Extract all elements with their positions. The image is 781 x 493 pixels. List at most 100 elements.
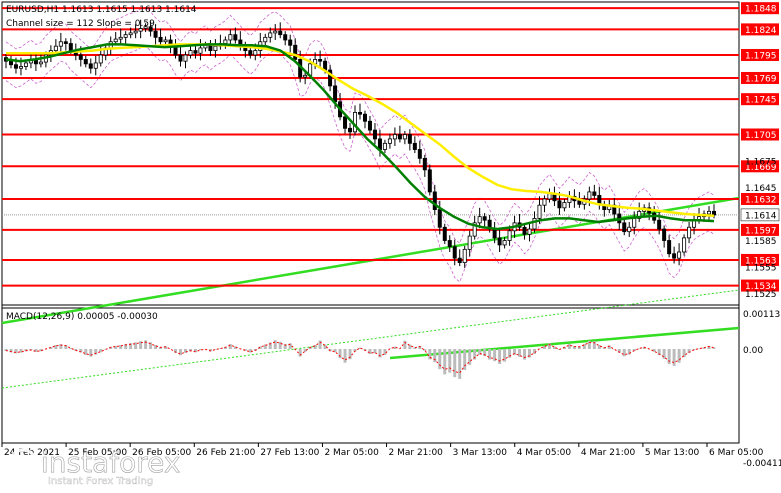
candle-body bbox=[158, 36, 163, 43]
candle-body bbox=[387, 138, 392, 144]
candle-body bbox=[402, 134, 407, 140]
price-level-label: 1.1745 bbox=[745, 96, 777, 106]
candle-body bbox=[68, 43, 73, 51]
candle-body bbox=[687, 226, 692, 239]
candle-body bbox=[707, 210, 712, 215]
candle-body bbox=[442, 226, 447, 241]
candle-body bbox=[592, 191, 597, 196]
candle-body bbox=[547, 193, 552, 200]
candle-body bbox=[627, 226, 632, 233]
candle-body bbox=[497, 237, 502, 246]
candle-body bbox=[537, 204, 542, 219]
candle-body bbox=[183, 54, 188, 62]
candle-body bbox=[432, 191, 437, 210]
macd-scale-top: 0.00113 bbox=[743, 310, 780, 320]
candle-body bbox=[93, 62, 98, 69]
candle-body bbox=[233, 34, 238, 41]
time-label: 4 Mar 21:00 bbox=[581, 448, 636, 458]
price-axis-tick: 1.1585 bbox=[745, 237, 777, 247]
candle-body bbox=[477, 216, 482, 224]
candle-body bbox=[63, 41, 68, 44]
time-label: 3 Mar 13:00 bbox=[453, 448, 508, 458]
candle-body bbox=[587, 191, 592, 200]
time-label: 5 Mar 13:00 bbox=[645, 448, 700, 458]
symbol-header: EURUSD,H1 1.1613 1.1615 1.1613 1.1614 bbox=[6, 5, 197, 15]
candle-body bbox=[263, 36, 268, 43]
candle-body bbox=[492, 228, 497, 239]
candle-body bbox=[407, 134, 412, 144]
candle-body bbox=[133, 30, 138, 34]
price-level-label: 1.1632 bbox=[745, 195, 777, 205]
candle-body bbox=[208, 44, 213, 51]
candle-body bbox=[577, 200, 582, 205]
candle-body bbox=[452, 246, 457, 259]
candle-body bbox=[23, 62, 28, 67]
candle-body bbox=[128, 32, 133, 36]
candle-body bbox=[482, 216, 487, 221]
candle-body bbox=[8, 60, 13, 66]
candle-body bbox=[672, 253, 677, 259]
candle-body bbox=[283, 34, 288, 41]
candle-body bbox=[467, 235, 472, 250]
candle-body bbox=[278, 30, 283, 36]
candle-body bbox=[632, 218, 637, 228]
price-level-label: 1.1705 bbox=[745, 131, 777, 141]
candle-body bbox=[682, 237, 687, 253]
candle-body bbox=[223, 39, 228, 44]
candle-body bbox=[188, 50, 193, 56]
candle-body bbox=[193, 50, 198, 54]
candle-body bbox=[457, 257, 462, 263]
candle-body bbox=[58, 41, 63, 47]
candle-body bbox=[113, 38, 118, 43]
candle-body bbox=[502, 240, 507, 246]
time-label: 2 Mar 05:00 bbox=[324, 448, 379, 458]
time-label: 6 Mar 05:00 bbox=[709, 448, 764, 458]
candle-body bbox=[248, 50, 253, 56]
price-level-label: 1.1824 bbox=[745, 26, 777, 36]
candle-body bbox=[507, 230, 512, 241]
time-label: 26 Feb 21:00 bbox=[196, 448, 255, 458]
time-label: 4 Mar 05:00 bbox=[517, 448, 572, 458]
candle-body bbox=[382, 142, 387, 150]
watermark-tagline: Instant Forex Trading bbox=[48, 476, 153, 487]
time-label: 27 Feb 13:00 bbox=[260, 448, 319, 458]
candle-body bbox=[178, 54, 183, 62]
candle-body bbox=[422, 157, 427, 171]
chart-svg: 1.1848 1.1824 1.1795 1.1769 1.1745 1.1705 1.16… bbox=[0, 0, 781, 489]
candle-body bbox=[532, 218, 537, 230]
candle-body bbox=[318, 59, 323, 62]
candle-body bbox=[53, 45, 58, 51]
candle-body bbox=[447, 240, 452, 248]
eurusd-h1-chart: 1.1848 1.1824 1.1795 1.1769 1.1745 1.1705 1.16… bbox=[0, 0, 781, 489]
macd-scale-bottom: -0.00411 bbox=[743, 459, 781, 469]
candle-body bbox=[417, 149, 422, 159]
candle-body bbox=[273, 30, 278, 34]
candle-body bbox=[98, 54, 103, 64]
candle-body bbox=[118, 36, 123, 40]
candle-body bbox=[667, 240, 672, 255]
candle-body bbox=[163, 39, 168, 43]
candle-body bbox=[253, 50, 258, 56]
price-axis-tick: 1.1555 bbox=[745, 264, 777, 274]
candle-body bbox=[557, 200, 562, 209]
price-level-label: 1.1769 bbox=[745, 74, 777, 84]
candle-body bbox=[303, 74, 308, 78]
price-axis-tick: 1.1675 bbox=[745, 158, 777, 168]
candle-body bbox=[427, 169, 432, 193]
candle-body bbox=[677, 251, 682, 259]
time-label: 2 Mar 21:00 bbox=[389, 448, 444, 458]
candle-body bbox=[542, 198, 547, 206]
candle-body bbox=[293, 44, 298, 60]
candle-body bbox=[372, 129, 377, 140]
candle-body bbox=[213, 45, 218, 51]
price-level-label: 1.1597 bbox=[745, 226, 777, 236]
candle-body bbox=[88, 63, 93, 69]
candle-body bbox=[348, 127, 353, 133]
price-axis-tick: 1.1645 bbox=[745, 184, 777, 194]
candle-body bbox=[412, 142, 417, 150]
macd-scale-zero: 0.00 bbox=[743, 346, 763, 356]
candle-body bbox=[522, 226, 527, 235]
candle-body bbox=[333, 85, 338, 103]
logo-core-icon bbox=[18, 458, 28, 468]
candle-body bbox=[367, 120, 372, 131]
